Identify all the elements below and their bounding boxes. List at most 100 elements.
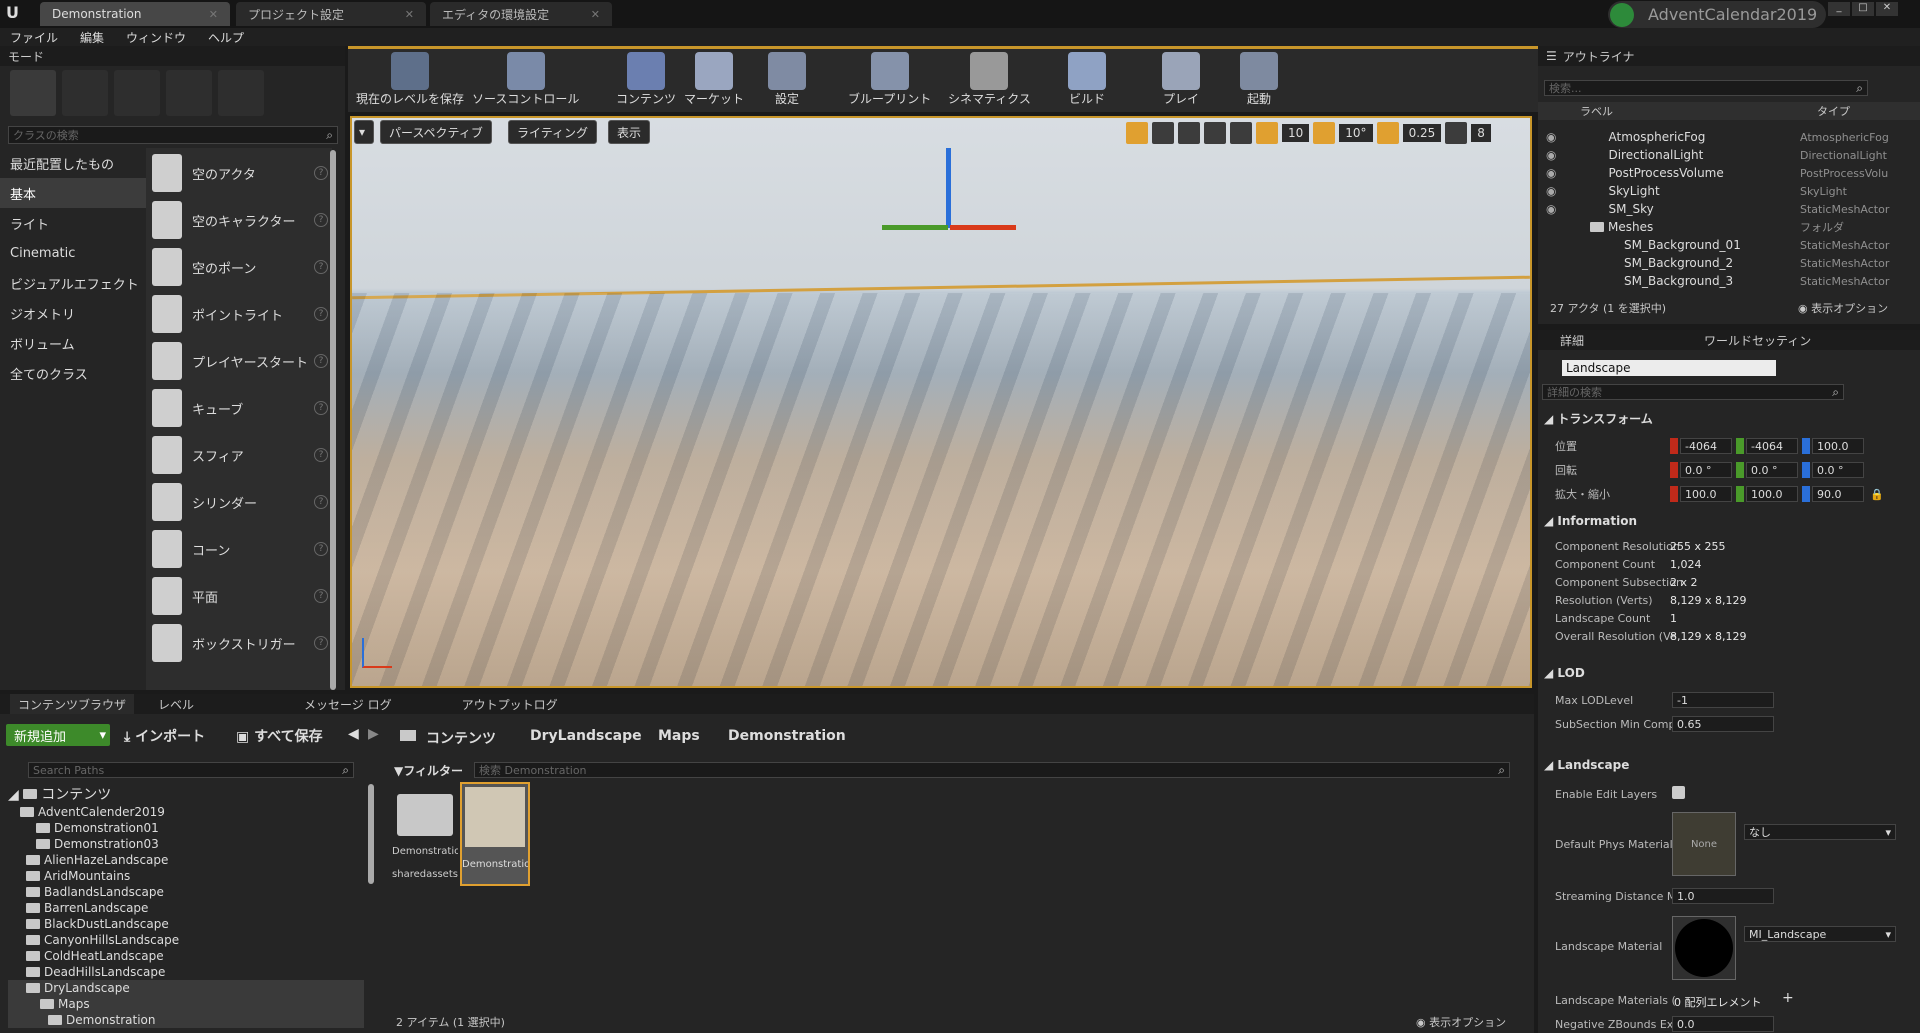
class-search[interactable]: クラスの検索 ⌕ bbox=[8, 126, 338, 144]
close-window-button[interactable]: ✕ bbox=[1876, 2, 1898, 16]
cinematics-button[interactable]: シネマティクス bbox=[948, 52, 1031, 107]
actor-cone[interactable]: コーン? bbox=[152, 526, 328, 572]
help-icon[interactable]: ? bbox=[314, 354, 328, 368]
actor-point-light[interactable]: ポイントライト? bbox=[152, 291, 328, 337]
column-type[interactable]: タイプ bbox=[1817, 103, 1850, 119]
foliage-mode-icon[interactable] bbox=[166, 70, 212, 116]
rotate-tool-icon[interactable] bbox=[1152, 122, 1174, 144]
help-icon[interactable]: ? bbox=[314, 166, 328, 180]
eye-icon[interactable]: ◉ bbox=[1546, 184, 1556, 198]
section-transform[interactable]: ◢ トランスフォーム bbox=[1544, 410, 1653, 427]
cat-geometry[interactable]: ジオメトリ bbox=[0, 298, 146, 328]
actor-empty-actor[interactable]: 空のアクタ? bbox=[152, 150, 328, 196]
scale-x[interactable]: 100.0 bbox=[1680, 486, 1732, 502]
location-x[interactable]: -4064 bbox=[1680, 438, 1732, 454]
tree-item[interactable]: Demonstration01 bbox=[36, 820, 159, 836]
asset-map[interactable]: Demonstration bbox=[460, 782, 530, 886]
perspective-button[interactable]: パースペクティブ bbox=[380, 120, 492, 144]
menu-window[interactable]: ウィンドウ bbox=[126, 29, 186, 46]
geometry-mode-icon[interactable] bbox=[218, 70, 264, 116]
grid-snap-icon[interactable] bbox=[1256, 122, 1278, 144]
tab-output-log[interactable]: アウトプットログ bbox=[462, 696, 558, 713]
negz-field[interactable]: 0.0 bbox=[1672, 1016, 1774, 1032]
tab-details[interactable]: 詳細 bbox=[1560, 332, 1584, 349]
tree-item[interactable]: Maps bbox=[40, 996, 90, 1012]
tree-item[interactable]: Demonstration03 bbox=[36, 836, 159, 852]
tree-item[interactable]: BlackDustLandscape bbox=[26, 916, 169, 932]
place-mode-icon[interactable] bbox=[10, 70, 56, 116]
viewport-options-button[interactable]: ▾ bbox=[354, 120, 374, 144]
actor-cylinder[interactable]: シリンダー? bbox=[152, 479, 328, 525]
tree-item[interactable]: BadlandsLandscape bbox=[26, 884, 164, 900]
outliner-folder-row[interactable]: Meshes フォルダ bbox=[1540, 218, 1910, 236]
tree-item[interactable]: CanyonHillsLandscape bbox=[26, 932, 179, 948]
actor-empty-pawn[interactable]: 空のポーン? bbox=[152, 244, 328, 290]
rotation-label[interactable]: 回転 bbox=[1555, 462, 1577, 478]
help-icon[interactable]: ? bbox=[314, 213, 328, 227]
outliner-row[interactable]: ◉ SkyLight SkyLight bbox=[1540, 182, 1910, 200]
tree-item[interactable]: AdventCalender2019 bbox=[20, 804, 165, 820]
outliner-row[interactable]: ◉ DirectionalLight DirectionalLight bbox=[1540, 146, 1910, 164]
lock-icon[interactable]: 🔒 bbox=[1870, 488, 1884, 501]
actor-name-field[interactable]: Landscape bbox=[1562, 360, 1776, 376]
menu-edit[interactable]: 編集 bbox=[80, 29, 104, 46]
cat-vfx[interactable]: ビジュアルエフェクト bbox=[0, 268, 146, 298]
help-icon[interactable]: ? bbox=[314, 307, 328, 321]
marketplace-button[interactable]: マーケット bbox=[684, 52, 744, 107]
source-control-button[interactable]: ソースコントロール bbox=[472, 52, 579, 107]
show-button[interactable]: 表示 bbox=[608, 120, 651, 144]
phys-material-thumb[interactable]: None bbox=[1672, 812, 1736, 876]
tree-item[interactable]: DeadHillsLandscape bbox=[26, 964, 165, 980]
landscape-material-dropdown[interactable]: MI_Landscape ▾ bbox=[1744, 926, 1896, 942]
help-icon[interactable]: ? bbox=[314, 589, 328, 603]
outliner-row[interactable]: SM_Background_01 StaticMeshActor bbox=[1540, 236, 1910, 254]
tab-world-settings[interactable]: ワールドセッティン bbox=[1704, 332, 1811, 349]
rotation-z[interactable]: 0.0 ° bbox=[1812, 462, 1864, 478]
breadcrumb-drylandscape[interactable]: DryLandscape bbox=[530, 728, 642, 744]
settings-button[interactable]: 設定 bbox=[768, 52, 806, 107]
scale-tool-icon[interactable] bbox=[1178, 122, 1200, 144]
tab-project-settings[interactable]: プロジェクト設定 ✕ bbox=[236, 2, 426, 26]
rotation-y[interactable]: 0.0 ° bbox=[1746, 462, 1798, 478]
tab-levels[interactable]: レベル bbox=[158, 696, 194, 713]
outliner-row[interactable]: ◉ PostProcessVolume PostProcessVolu bbox=[1540, 164, 1910, 182]
help-icon[interactable]: ? bbox=[314, 401, 328, 415]
edit-layers-checkbox[interactable] bbox=[1672, 786, 1685, 799]
tree-item[interactable]: AlienHazeLandscape bbox=[26, 852, 168, 868]
grid-snap-value[interactable]: 10 bbox=[1282, 124, 1310, 142]
cat-recent[interactable]: 最近配置したもの bbox=[0, 148, 146, 178]
outliner-search[interactable]: 検索... ⌕ bbox=[1544, 80, 1868, 96]
actor-box-trigger[interactable]: ボックストリガー? bbox=[152, 620, 328, 666]
maximize-button[interactable]: □ bbox=[1852, 2, 1874, 16]
actor-plane[interactable]: 平面? bbox=[152, 573, 328, 619]
actor-player-start[interactable]: プレイヤースタート? bbox=[152, 338, 328, 384]
asset-folder[interactable]: Demonstration sharedassets bbox=[392, 786, 458, 892]
close-icon[interactable]: ✕ bbox=[209, 8, 218, 21]
cat-basic[interactable]: 基本 bbox=[0, 178, 146, 208]
help-icon[interactable]: ? bbox=[314, 448, 328, 462]
outliner-row[interactable]: ◉ AtmosphericFog AtmosphericFog bbox=[1540, 128, 1910, 146]
tree-item[interactable]: BarrenLandscape bbox=[26, 900, 148, 916]
world-local-icon[interactable] bbox=[1204, 122, 1226, 144]
bottom-view-options[interactable]: ◉ 表示オプション bbox=[1416, 1014, 1506, 1030]
tab-content-browser[interactable]: コンテンツブラウザ bbox=[10, 693, 135, 715]
tab-demonstration[interactable]: Demonstration ✕ bbox=[40, 2, 230, 26]
back-button[interactable]: ◀ bbox=[348, 726, 359, 742]
add-new-button[interactable]: 新規追加 ▾ bbox=[6, 724, 110, 746]
details-search[interactable]: 詳細の検索 ⌕ bbox=[1542, 384, 1844, 400]
location-z[interactable]: 100.0 bbox=[1812, 438, 1864, 454]
breadcrumb-content[interactable]: コンテンツ bbox=[426, 728, 496, 748]
actor-sphere[interactable]: スフィア? bbox=[152, 432, 328, 478]
section-landscape[interactable]: ◢ Landscape bbox=[1544, 758, 1629, 772]
tab-message-log[interactable]: メッセージ ログ bbox=[304, 696, 392, 713]
location-y[interactable]: -4064 bbox=[1746, 438, 1798, 454]
gizmo-y-arrow[interactable] bbox=[882, 225, 948, 230]
max-lod-field[interactable]: -1 bbox=[1672, 692, 1774, 708]
ue-logo-icon[interactable]: U bbox=[6, 3, 28, 25]
content-button[interactable]: コンテンツ bbox=[616, 52, 676, 107]
move-tool-icon[interactable] bbox=[1126, 122, 1148, 144]
tree-root[interactable]: ◢ コンテンツ bbox=[8, 784, 111, 804]
actor-cube[interactable]: キューブ? bbox=[152, 385, 328, 431]
landscape-material-thumb[interactable] bbox=[1672, 916, 1736, 980]
search-paths[interactable]: Search Paths ⌕ bbox=[28, 762, 354, 778]
